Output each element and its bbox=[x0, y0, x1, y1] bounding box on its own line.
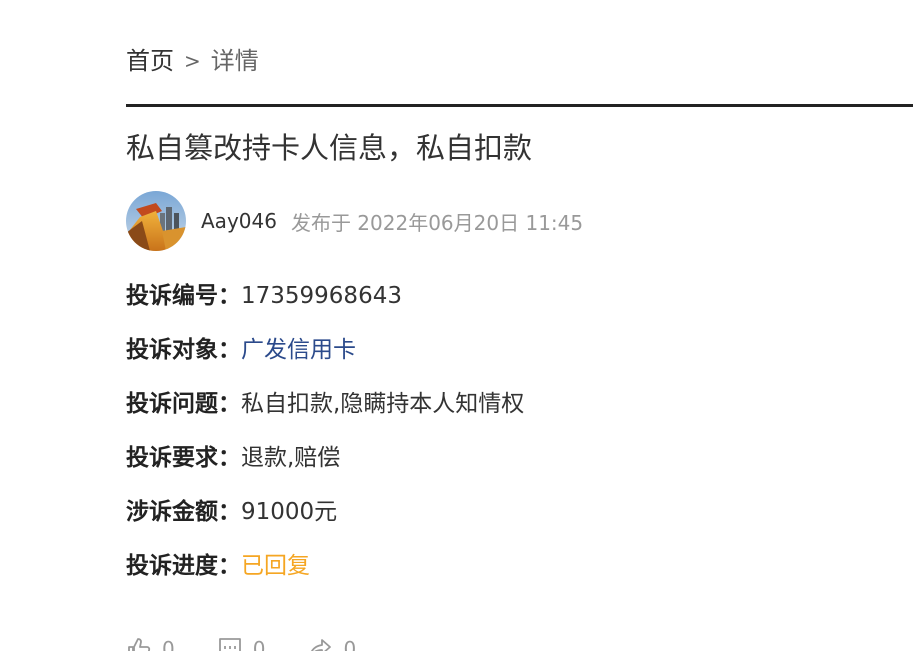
complaint-info-list: 投诉编号： 17359968643 投诉对象： 广发信用卡 投诉问题： 私自扣款… bbox=[126, 278, 524, 602]
breadcrumb-current: 详情 bbox=[210, 47, 259, 75]
comment-button[interactable]: 0 bbox=[217, 636, 266, 651]
share-count: 0 bbox=[343, 637, 357, 651]
complaint-target-label: 投诉对象： bbox=[126, 337, 241, 363]
share-icon bbox=[311, 639, 332, 651]
complaint-number-value: 17359968643 bbox=[241, 283, 402, 309]
author-name[interactable]: Aay046 bbox=[201, 209, 277, 233]
complaint-number-row: 投诉编号： 17359968643 bbox=[126, 278, 524, 332]
complaint-amount-row: 涉诉金额： 91000元 bbox=[126, 494, 524, 548]
like-count: 0 bbox=[162, 637, 175, 651]
complaint-issue-label: 投诉问题： bbox=[126, 391, 241, 417]
thumbs-up-icon bbox=[128, 638, 151, 651]
action-bar: 0 0 0 bbox=[126, 636, 398, 651]
like-button[interactable]: 0 bbox=[126, 636, 175, 651]
comment-icon bbox=[218, 638, 241, 651]
complaint-progress-label: 投诉进度： bbox=[126, 553, 241, 579]
comment-count: 0 bbox=[252, 637, 266, 651]
header-divider bbox=[126, 104, 913, 107]
complaint-number-label: 投诉编号： bbox=[126, 283, 241, 309]
complaint-demand-label: 投诉要求： bbox=[126, 445, 241, 471]
avatar[interactable] bbox=[126, 191, 186, 251]
complaint-issue-row: 投诉问题： 私自扣款,隐瞒持本人知情权 bbox=[126, 386, 524, 440]
avatar-image bbox=[126, 191, 186, 251]
author-row: Aay046 发布于 2022年06月20日 11:45 bbox=[126, 190, 583, 252]
complaint-demand-value: 退款,赔偿 bbox=[241, 445, 341, 471]
complaint-progress-status: 已回复 bbox=[241, 553, 310, 579]
complaint-target-link[interactable]: 广发信用卡 bbox=[241, 332, 356, 368]
complaint-title: 私自篡改持卡人信息，私自扣款 bbox=[126, 131, 533, 165]
breadcrumb: 首页 > 详情 bbox=[126, 44, 259, 78]
complaint-demand-row: 投诉要求： 退款,赔偿 bbox=[126, 440, 524, 494]
complaint-target-row: 投诉对象： 广发信用卡 bbox=[126, 332, 524, 386]
complaint-issue-value: 私自扣款,隐瞒持本人知情权 bbox=[241, 391, 525, 417]
complaint-amount-value: 91000元 bbox=[241, 499, 338, 525]
share-button[interactable]: 0 bbox=[307, 636, 356, 651]
breadcrumb-home-link[interactable]: 首页 bbox=[126, 44, 174, 78]
publish-time: 发布于 2022年06月20日 11:45 bbox=[290, 210, 584, 235]
complaint-detail-page: 首页 > 详情 私自篡改持卡人信息，私自扣款 Aay046 发布于 2022年0… bbox=[0, 0, 913, 651]
complaint-amount-label: 涉诉金额： bbox=[126, 499, 241, 525]
breadcrumb-separator: > bbox=[184, 49, 201, 73]
complaint-progress-row: 投诉进度： 已回复 bbox=[126, 548, 524, 602]
